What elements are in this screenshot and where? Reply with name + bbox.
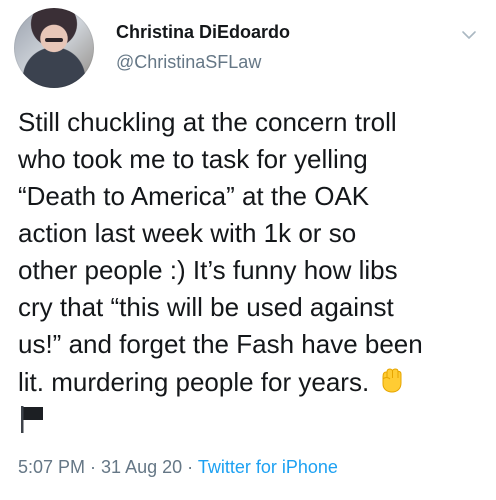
tweet-date[interactable]: 31 Aug 20 <box>101 457 182 477</box>
raised-fist-emoji <box>382 368 402 393</box>
tweet-line: Still chuckling at the concern troll <box>18 107 397 137</box>
avatar[interactable] <box>14 8 94 88</box>
tweet-line: us!” and forget the Fash have been <box>18 329 423 359</box>
tweet-time[interactable]: 5:07 PM <box>18 457 85 477</box>
tweet-text: Still chuckling at the concern troll who… <box>18 104 484 435</box>
tweet-source-link[interactable]: Twitter for iPhone <box>198 457 338 477</box>
tweet-header: Christina DiEdoardo @ChristinaSFLaw <box>14 8 484 88</box>
chevron-down-icon[interactable] <box>460 26 478 44</box>
tweet-card: Christina DiEdoardo @ChristinaSFLaw Stil… <box>0 0 496 500</box>
meta-separator: · <box>85 457 102 477</box>
black-flag-emoji <box>21 406 43 433</box>
user-handle[interactable]: @ChristinaSFLaw <box>116 50 290 74</box>
tweet-line: other people :) It’s funny how libs <box>18 255 398 285</box>
tweet-line-with-emoji: lit. murdering people for years. <box>18 363 484 401</box>
meta-separator: · <box>182 457 198 477</box>
tweet-line: “Death to America” at the OAK <box>18 181 370 211</box>
tweet-line: lit. murdering people for years. <box>18 367 370 397</box>
tweet-line: who took me to task for yelling <box>18 144 368 174</box>
tweet-line: action last week with 1k or so <box>18 218 357 248</box>
display-name[interactable]: Christina DiEdoardo <box>116 20 290 44</box>
flag-line <box>18 401 484 435</box>
author-names: Christina DiEdoardo @ChristinaSFLaw <box>116 20 290 74</box>
tweet-meta: 5:07 PM · 31 Aug 20 · Twitter for iPhone <box>18 455 338 479</box>
tweet-line: cry that “this will be used against <box>18 292 394 322</box>
